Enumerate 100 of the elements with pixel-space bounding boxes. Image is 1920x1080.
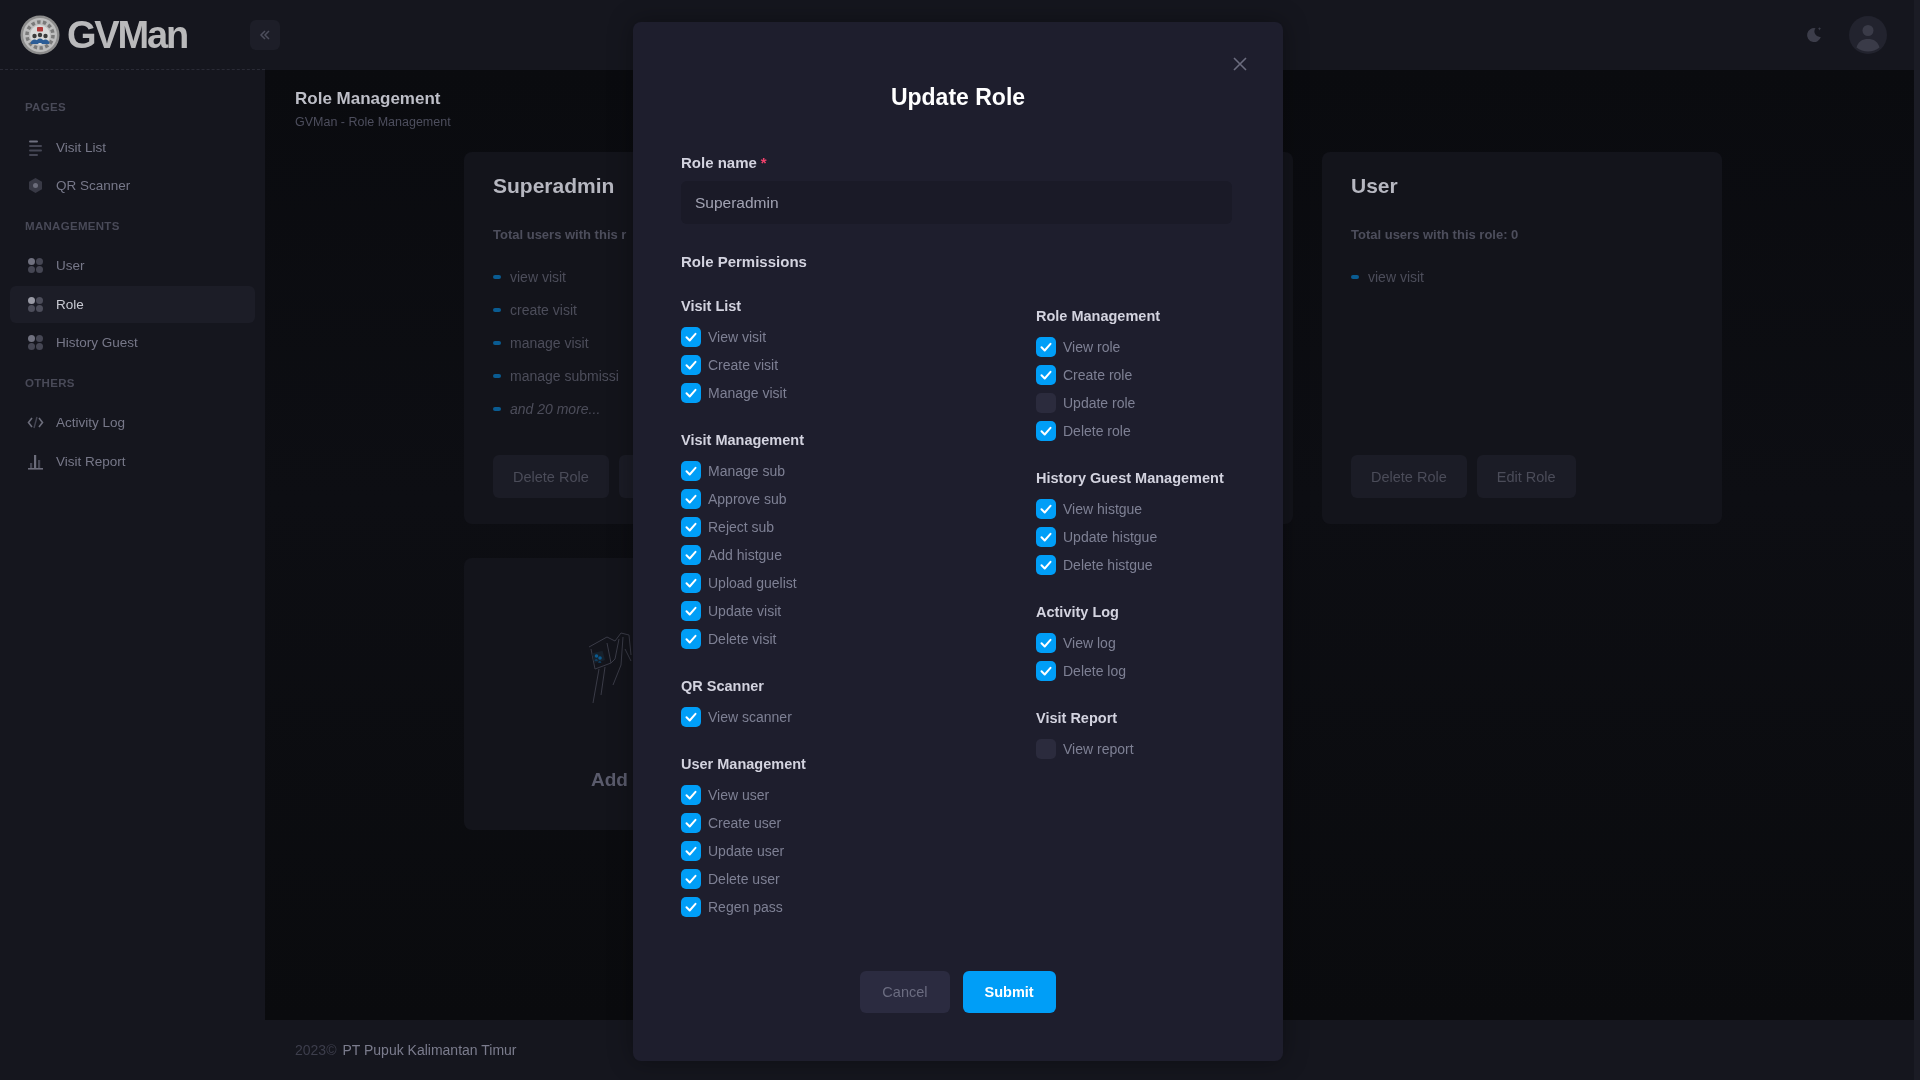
checkmark-icon bbox=[685, 873, 697, 885]
user-count: Total users with this r bbox=[493, 226, 627, 244]
checkbox[interactable] bbox=[681, 327, 701, 347]
group-heading: Activity Log bbox=[1036, 603, 1119, 622]
sidebar-item[interactable]: Visit List bbox=[10, 128, 255, 166]
checkbox[interactable] bbox=[1036, 555, 1056, 575]
bullet-icon bbox=[493, 374, 501, 378]
checkbox-label: Delete user bbox=[708, 870, 780, 888]
checkbox[interactable] bbox=[1036, 633, 1056, 653]
cancel-button[interactable]: Cancel bbox=[860, 971, 950, 1013]
checkbox-label: Add histgue bbox=[708, 546, 782, 564]
role-name-input[interactable]: Superadmin bbox=[681, 181, 1232, 224]
checkbox[interactable] bbox=[681, 355, 701, 375]
bullet-icon bbox=[493, 275, 501, 279]
checkbox[interactable] bbox=[681, 489, 701, 509]
logo-text: GVMan bbox=[67, 13, 187, 56]
checkbox[interactable] bbox=[681, 813, 701, 833]
bullet-icon bbox=[493, 407, 501, 411]
section-heading: OTHERS bbox=[25, 376, 75, 389]
dots-grid-icon bbox=[27, 334, 44, 351]
checkbox-label: Reject sub bbox=[708, 518, 775, 536]
checkbox[interactable] bbox=[1036, 421, 1056, 441]
checkmark-icon bbox=[685, 711, 697, 723]
checkmark-icon bbox=[1040, 369, 1052, 381]
checkmark-icon bbox=[685, 521, 697, 533]
checkbox[interactable] bbox=[681, 629, 701, 649]
checkbox[interactable] bbox=[681, 601, 701, 621]
submit-button[interactable]: Submit bbox=[962, 971, 1056, 1013]
checkbox-label: Approve sub bbox=[708, 490, 787, 508]
sidebar-item[interactable]: QR Scanner bbox=[10, 167, 255, 204]
checkbox-label: Create visit bbox=[708, 356, 779, 374]
checkbox[interactable] bbox=[681, 841, 701, 861]
checkmark-icon bbox=[1040, 665, 1052, 677]
more-permissions: and 20 more... bbox=[510, 400, 601, 419]
group-heading: QR Scanner bbox=[681, 677, 764, 696]
checkbox[interactable] bbox=[681, 897, 701, 917]
dots-grid-icon bbox=[27, 257, 44, 274]
company-link[interactable]: PT Pupuk Kalimantan Timur bbox=[342, 1042, 517, 1058]
checkbox[interactable] bbox=[681, 383, 701, 403]
checkbox-label: View scanner bbox=[708, 708, 792, 726]
checkbox[interactable] bbox=[681, 707, 701, 727]
role-title: Superadmin bbox=[493, 173, 615, 199]
checkbox[interactable] bbox=[1036, 337, 1056, 357]
sidebar-item[interactable]: History Guest bbox=[10, 324, 255, 361]
sidebar-item[interactable]: Activity Log bbox=[10, 404, 255, 441]
checkmark-icon bbox=[685, 901, 697, 913]
field-label: Role name * bbox=[681, 153, 767, 173]
checkmark-icon bbox=[1040, 503, 1052, 515]
checkmark-icon bbox=[685, 605, 697, 617]
double-chevron-icon bbox=[259, 29, 271, 41]
checkbox[interactable] bbox=[1036, 661, 1056, 681]
checkbox-label: Delete log bbox=[1063, 662, 1127, 680]
section-heading: PAGES bbox=[25, 101, 66, 113]
lines-icon bbox=[27, 138, 44, 156]
bar-chart-icon bbox=[27, 452, 44, 470]
checkbox-label: Upload guelist bbox=[708, 574, 797, 592]
checkmark-icon bbox=[685, 577, 697, 589]
bullet-icon bbox=[1351, 275, 1359, 279]
checkbox-label: Delete role bbox=[1063, 422, 1131, 440]
checkmark-icon bbox=[685, 359, 697, 371]
checkbox[interactable] bbox=[681, 869, 701, 889]
checkbox-label: View report bbox=[1063, 740, 1134, 758]
checkmark-icon bbox=[685, 465, 697, 477]
checkbox[interactable] bbox=[1036, 365, 1056, 385]
sidebar-item[interactable]: Role bbox=[10, 285, 255, 323]
checkbox-label: Manage sub bbox=[708, 462, 786, 480]
permission-item: view visit bbox=[510, 268, 566, 287]
permission-item: view visit bbox=[1368, 268, 1424, 287]
add-role-button[interactable]: Add bbox=[591, 768, 628, 792]
checkmark-icon bbox=[685, 493, 697, 505]
dots-grid-icon bbox=[27, 295, 44, 313]
close-icon[interactable] bbox=[1233, 57, 1247, 71]
checkbox-label: Update user bbox=[708, 842, 785, 860]
hexagon-icon bbox=[27, 177, 44, 194]
checkbox-label: View visit bbox=[708, 328, 767, 346]
checkbox[interactable] bbox=[681, 545, 701, 565]
checkbox-label: View role bbox=[1063, 338, 1121, 356]
checkbox[interactable] bbox=[681, 461, 701, 481]
checkbox[interactable] bbox=[681, 517, 701, 537]
checkbox-label: Update role bbox=[1063, 394, 1136, 412]
checkbox-label: Manage visit bbox=[708, 384, 787, 402]
checkbox[interactable] bbox=[1036, 527, 1056, 547]
checkmark-icon bbox=[1040, 531, 1052, 543]
sidebar-item[interactable]: Visit Report bbox=[10, 442, 255, 480]
checkmark-icon bbox=[685, 817, 697, 829]
group-heading: Role Management bbox=[1036, 307, 1161, 326]
dialog-title: Update Role bbox=[890, 83, 1026, 112]
checkmark-icon bbox=[685, 331, 697, 343]
checkbox[interactable] bbox=[681, 573, 701, 593]
bullet-icon bbox=[493, 308, 501, 312]
checkbox-label: Regen pass bbox=[708, 898, 783, 916]
checkbox-label: Create user bbox=[708, 814, 782, 832]
group-heading: Visit List bbox=[681, 297, 742, 316]
checkbox[interactable] bbox=[681, 785, 701, 805]
page-title: Role Management bbox=[295, 89, 441, 109]
breadcrumb: GVMan - Role Management bbox=[295, 114, 451, 130]
checkbox-label: View histgue bbox=[1063, 500, 1143, 518]
sidebar-item[interactable]: User bbox=[10, 247, 255, 284]
checkbox[interactable] bbox=[1036, 499, 1056, 519]
group-heading: Visit Report bbox=[1036, 709, 1118, 728]
